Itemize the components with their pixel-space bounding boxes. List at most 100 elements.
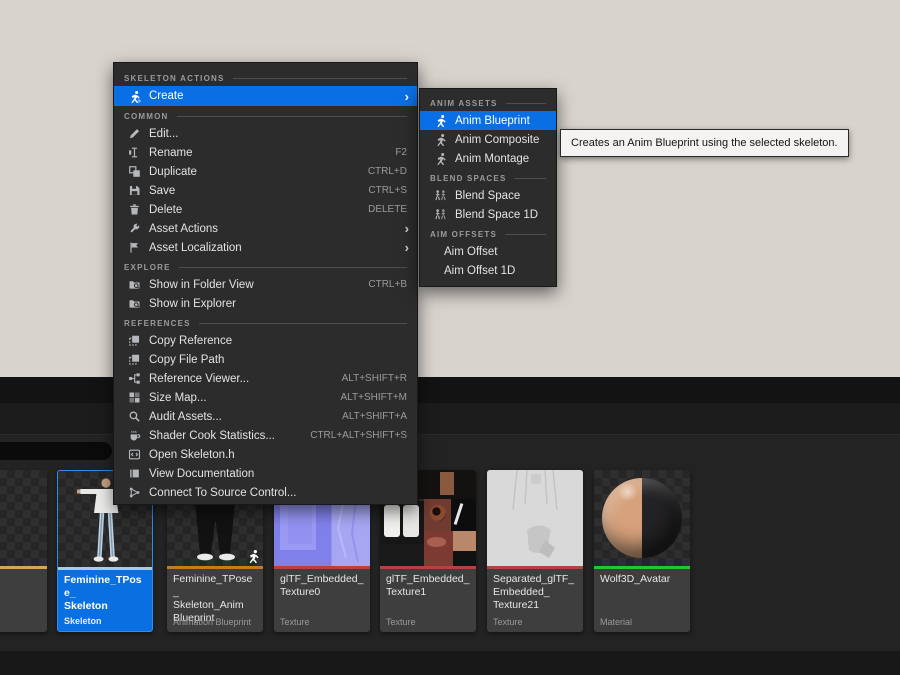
magnifier-icon <box>127 410 141 424</box>
menu-item-label: Duplicate <box>149 166 360 178</box>
grid-icon <box>127 391 141 405</box>
asset-name: Feminine_TPose_ Skeleton <box>58 570 152 613</box>
menu-item-create[interactable]: Create › <box>114 86 417 106</box>
submenu-arrow-icon: › <box>405 90 409 103</box>
shortcut-label: DELETE <box>368 204 407 215</box>
folder-search-icon <box>127 278 141 292</box>
asset-type: Texture <box>280 617 310 627</box>
submenu-item-anim-blueprint[interactable]: Anim Blueprint <box>420 111 556 130</box>
white-shirt <box>384 505 400 538</box>
section-header: AIM OFFSETS <box>420 224 556 242</box>
menu-item-delete[interactable]: Delete DELETE <box>114 200 417 219</box>
unreal-editor-window: TPose_ set t Feminine_TPose_ Skeleton Sk… <box>0 0 900 675</box>
menu-item-label: Asset Actions <box>149 223 405 235</box>
menu-item-show-in-explorer[interactable]: Show in Explorer <box>114 294 417 313</box>
book-icon <box>127 467 141 481</box>
menu-item-label: Save <box>149 185 360 197</box>
menu-item-duplicate[interactable]: Duplicate CTRL+D <box>114 162 417 181</box>
asset-type: Material <box>600 617 632 627</box>
collage-block <box>453 531 476 550</box>
section-header: COMMON <box>114 106 417 124</box>
submenu-item-blend-space[interactable]: Blend Space <box>420 186 556 205</box>
menu-item-connect-to-source-control[interactable]: Connect To Source Control... <box>114 483 417 502</box>
collage-block <box>453 551 476 566</box>
asset-name: TPose_ set <box>0 569 47 599</box>
submenu-item-anim-montage[interactable]: Anim Montage <box>420 149 556 168</box>
menu-item-label: View Documentation <box>149 468 417 480</box>
menu-item-label: Anim Blueprint <box>455 115 556 127</box>
menu-item-label: Anim Montage <box>455 153 556 165</box>
shortcut-label: ALT+SHIFT+A <box>342 411 407 422</box>
asset-tile-clipped[interactable]: TPose_ set t <box>0 470 47 632</box>
menu-item-label: Audit Assets... <box>149 411 334 423</box>
menu-item-save[interactable]: Save CTRL+S <box>114 181 417 200</box>
asset-thumbnail <box>594 470 690 566</box>
collage-block <box>440 472 453 495</box>
asset-name: glTF_Embedded_ Texture0 <box>274 569 370 599</box>
person-run-icon <box>433 133 447 147</box>
shortcut-label: CTRL+S <box>368 185 407 196</box>
text-cursor-icon <box>127 146 141 160</box>
shortcut-label: F2 <box>395 147 407 158</box>
save-icon <box>127 184 141 198</box>
anim-badge-icon <box>246 549 260 563</box>
menu-item-label: Show in Explorer <box>149 298 417 310</box>
menu-item-size-map[interactable]: Size Map... ALT+SHIFT+M <box>114 388 417 407</box>
menu-item-shader-cook-statistics[interactable]: Shader Cook Statistics... CTRL+ALT+SHIFT… <box>114 426 417 445</box>
menu-item-label: Reference Viewer... <box>149 373 334 385</box>
shortcut-label: CTRL+D <box>368 166 407 177</box>
tooltip: Creates an Anim Blueprint using the sele… <box>560 129 849 157</box>
menu-item-label: Open Skeleton.h <box>149 449 417 461</box>
faint-sketch-art <box>487 470 583 566</box>
menu-item-label: Shader Cook Statistics... <box>149 430 302 442</box>
menu-item-audit-assets[interactable]: Audit Assets... ALT+SHIFT+A <box>114 407 417 426</box>
menu-item-label: Rename <box>149 147 387 159</box>
menu-item-label: Connect To Source Control... <box>149 487 417 499</box>
section-header: BLEND SPACES <box>420 168 556 186</box>
menu-item-copy-file-path[interactable]: Copy File Path <box>114 350 417 369</box>
section-header: SKELETON ACTIONS <box>114 68 417 86</box>
asset-type: Skeleton <box>64 616 102 626</box>
submenu-arrow-icon: › <box>405 222 409 235</box>
asset-type: Texture <box>493 617 523 627</box>
menu-item-label: Asset Localization <box>149 242 405 254</box>
menu-item-reference-viewer[interactable]: Reference Viewer... ALT+SHIFT+R <box>114 369 417 388</box>
content-browser-bottom-bar <box>0 651 900 675</box>
section-header: ANIM ASSETS <box>420 93 556 111</box>
menu-item-label: Aim Offset <box>444 246 556 258</box>
menu-item-copy-reference[interactable]: Copy Reference <box>114 331 417 350</box>
menu-item-open-skeleton-h[interactable]: Open Skeleton.h <box>114 445 417 464</box>
code-icon <box>127 448 141 462</box>
curve-highlight <box>427 537 446 547</box>
menu-item-asset-actions[interactable]: Asset Actions › <box>114 219 417 238</box>
asset-type: Animation Blueprint <box>173 617 251 627</box>
duplicate-icon <box>127 165 141 179</box>
create-submenu: ANIM ASSETS Anim Blueprint Anim Composit… <box>419 88 557 287</box>
submenu-item-aim-offset-1d[interactable]: Aim Offset 1D <box>420 261 556 280</box>
asset-thumbnail <box>0 470 47 566</box>
trash-icon <box>127 203 141 217</box>
tpose-figure-partial <box>0 470 47 566</box>
folder-search-icon <box>127 297 141 311</box>
content-browser-search-input[interactable] <box>0 442 112 460</box>
menu-item-view-documentation[interactable]: View Documentation <box>114 464 417 483</box>
skeleton-context-menu: SKELETON ACTIONS Create › COMMON Edit...… <box>113 62 418 505</box>
asset-tile-wolf3d-avatar[interactable]: Wolf3D_Avatar Material <box>594 470 690 632</box>
menu-item-edit[interactable]: Edit... <box>114 124 417 143</box>
menu-item-label: Edit... <box>149 128 417 140</box>
person-run-icon <box>433 152 447 166</box>
asset-tile-texture21[interactable]: Separated_glTF_ Embedded_ Texture21 Text… <box>487 470 583 632</box>
menu-item-show-in-folder-view[interactable]: Show in Folder View CTRL+B <box>114 275 417 294</box>
person-pair-icon <box>433 189 447 203</box>
asset-type: Texture <box>386 617 416 627</box>
branch-icon <box>127 486 141 500</box>
submenu-item-aim-offset[interactable]: Aim Offset <box>420 242 556 261</box>
submenu-arrow-icon: › <box>405 241 409 254</box>
person-run-icon <box>433 114 447 128</box>
menu-item-asset-localization[interactable]: Asset Localization › <box>114 238 417 257</box>
submenu-item-anim-composite[interactable]: Anim Composite <box>420 130 556 149</box>
section-header: REFERENCES <box>114 313 417 331</box>
menu-item-rename[interactable]: Rename F2 <box>114 143 417 162</box>
submenu-item-blend-space-1d[interactable]: Blend Space 1D <box>420 205 556 224</box>
asset-name: Wolf3D_Avatar <box>594 569 690 586</box>
